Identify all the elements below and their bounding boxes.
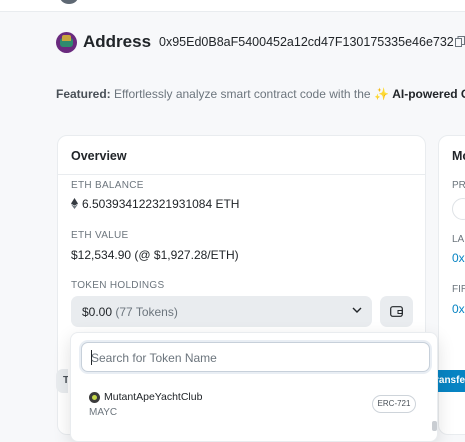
token-list-item[interactable]: MutantApeYachtClub MAYC ERC-721	[71, 385, 423, 425]
eth-balance-label: ETH BALANCE	[71, 180, 144, 191]
address-title: Address	[83, 32, 152, 51]
token-holdings-label: TOKEN HOLDINGS	[71, 280, 165, 291]
last-txn-label: LA	[452, 234, 465, 245]
token-name: MutantApeYachtClub	[104, 391, 203, 403]
token-standard-badge: ERC-721	[372, 395, 416, 413]
featured-banner: Featured: Effortlessly analyze smart con…	[56, 87, 465, 101]
first-txn-label: FIR	[452, 284, 465, 295]
last-txn-link[interactable]: 0x	[452, 251, 465, 265]
private-tag-label: PR	[452, 180, 465, 191]
sparkle-icon: ✨	[373, 87, 389, 101]
ethereum-icon	[71, 198, 78, 209]
chevron-down-icon	[352, 307, 362, 313]
token-wallet-button[interactable]	[380, 296, 413, 327]
token-search-box[interactable]	[81, 342, 430, 372]
featured-prefix: Featured:	[56, 87, 111, 101]
address-header: Address 0x95Ed0B8aF5400452a12cd47F130175…	[56, 30, 454, 54]
token-logo-icon	[89, 392, 100, 403]
more-info-title: Mo	[452, 149, 465, 163]
overview-title: Overview	[71, 149, 127, 163]
token-symbol: MAYC	[89, 407, 118, 418]
featured-link[interactable]: AI-powered C	[392, 87, 465, 101]
token-count: (77 Tokens)	[115, 305, 178, 319]
add-tag-button[interactable]	[452, 198, 465, 220]
eth-balance-value: 6.503934122321931084 ETH	[71, 197, 239, 211]
token-total-value: $0.00	[82, 305, 113, 319]
eth-value-label: ETH VALUE	[71, 230, 129, 241]
site-logo[interactable]	[60, 0, 78, 4]
token-dropdown-menu: MutantApeYachtClub MAYC ERC-721	[70, 332, 438, 442]
eth-balance-text: 6.503934122321931084 ETH	[82, 197, 240, 211]
address-avatar	[56, 31, 77, 53]
featured-text: Effortlessly analyze smart contract code…	[114, 87, 371, 101]
top-navbar	[0, 0, 465, 12]
copy-icon[interactable]	[455, 36, 465, 48]
dropdown-scrollbar[interactable]	[432, 421, 437, 431]
wallet-icon	[390, 306, 403, 317]
card-divider	[58, 174, 425, 175]
eth-value-value: $12,534.90 (@ $1,927.28/ETH)	[71, 248, 239, 262]
address-hash: 0x95Ed0B8aF5400452a12cd47F130175335e46e7…	[159, 35, 454, 49]
tab-transactions[interactable]: T	[56, 369, 68, 393]
token-search-input[interactable]	[91, 349, 411, 367]
first-txn-link[interactable]: 0x	[452, 302, 465, 316]
token-holdings-dropdown[interactable]: $0.00 (77 Tokens)	[71, 296, 372, 327]
